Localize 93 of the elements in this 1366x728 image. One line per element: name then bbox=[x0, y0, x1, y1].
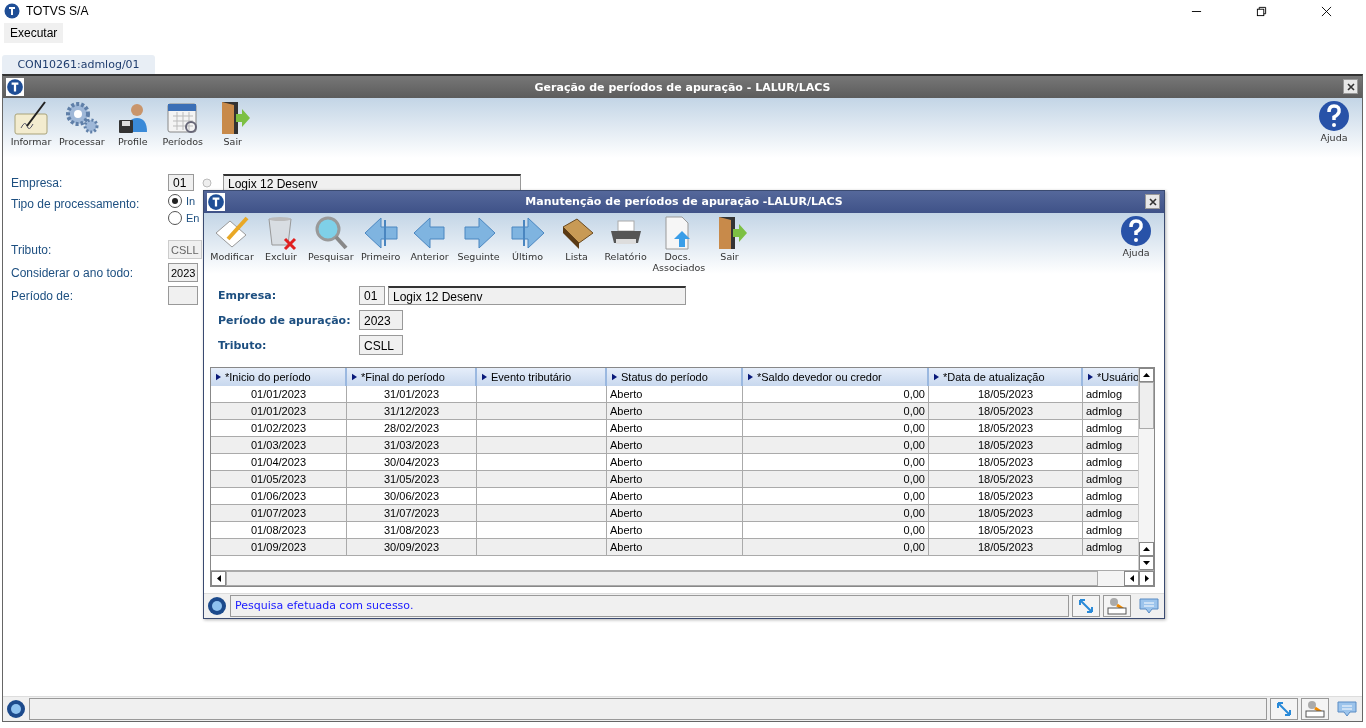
text-field[interactable]: 2023 bbox=[168, 263, 199, 282]
close-button[interactable] bbox=[1145, 194, 1160, 209]
toolbar-button[interactable]: Sair bbox=[707, 214, 752, 262]
table-cell: 01/09/2023 bbox=[211, 539, 347, 557]
app-title: TOTVS S/A bbox=[26, 4, 89, 18]
scrollbar-thumb[interactable] bbox=[1139, 382, 1154, 430]
diagonal-arrow-icon bbox=[1078, 598, 1094, 615]
text-field[interactable] bbox=[168, 286, 198, 305]
table-cell: 0,00 bbox=[743, 539, 929, 557]
scroll-up-button[interactable] bbox=[1139, 542, 1154, 557]
code-field[interactable]: 01 bbox=[168, 174, 194, 191]
document-tab[interactable]: CON10261:admlog/01 bbox=[2, 55, 155, 74]
field-label: Empresa: bbox=[11, 175, 64, 190]
field-label: Considerar o ano todo: bbox=[11, 265, 135, 280]
toolbar-button[interactable]: Sair bbox=[210, 100, 255, 147]
triangle-icon bbox=[216, 373, 221, 382]
field-label: Tributo: bbox=[11, 242, 53, 257]
menu-item[interactable]: Executar bbox=[4, 23, 64, 43]
triangle-icon bbox=[1088, 373, 1093, 382]
resize-button[interactable] bbox=[1270, 698, 1298, 720]
toolbar-button[interactable]: Primeiro bbox=[358, 214, 403, 262]
radio-button[interactable] bbox=[168, 211, 182, 225]
resize-button[interactable] bbox=[1072, 595, 1100, 618]
up-arrow-icon bbox=[1143, 547, 1150, 552]
globe-icon bbox=[207, 596, 227, 617]
app-logo-icon bbox=[6, 78, 24, 96]
help-icon bbox=[1318, 100, 1350, 132]
toolbar-button[interactable]: Modificar bbox=[210, 214, 254, 262]
help-button[interactable]: Ajuda bbox=[1312, 100, 1356, 143]
keyboard-settings-button[interactable] bbox=[1103, 595, 1131, 618]
table-cell: Aberto bbox=[607, 539, 743, 557]
keyboard-wrench-icon bbox=[1107, 597, 1127, 616]
right-arrow-icon bbox=[1144, 575, 1149, 583]
field-label: Tipo de processamento: bbox=[11, 196, 141, 211]
help-icon bbox=[1120, 214, 1152, 247]
left-arrow-icon bbox=[216, 575, 221, 583]
app-logo-icon bbox=[4, 3, 20, 19]
toolbar-button[interactable]: Seguinte bbox=[456, 214, 501, 262]
table-cell: 30/09/2023 bbox=[347, 539, 477, 557]
field-label: Tributo: bbox=[218, 338, 268, 352]
field-label: Período de apuração: bbox=[218, 313, 352, 327]
toolbar-button[interactable]: Profile bbox=[110, 100, 155, 147]
triangle-icon bbox=[612, 373, 617, 382]
toolbar-button[interactable]: Lista bbox=[554, 214, 599, 262]
close-icon bbox=[1148, 197, 1157, 206]
toolbar-button[interactable]: Relatório bbox=[603, 214, 648, 262]
scroll-right-button[interactable] bbox=[1139, 571, 1154, 587]
close-icon bbox=[1346, 82, 1355, 91]
radio-button[interactable] bbox=[168, 194, 182, 208]
signature-icon bbox=[13, 100, 49, 136]
vertical-scrollbar[interactable] bbox=[1138, 368, 1154, 571]
status-message: Pesquisa efetuada com sucesso. bbox=[230, 595, 1069, 618]
toolbar-button[interactable]: Informar bbox=[9, 100, 53, 147]
toolbar-button[interactable]: Anterior bbox=[407, 214, 452, 262]
scroll-down-button[interactable] bbox=[1139, 556, 1154, 571]
close-icon[interactable] bbox=[1321, 5, 1332, 17]
help-button[interactable]: Ajuda bbox=[1114, 214, 1158, 258]
table-cell: 18/05/2023 bbox=[929, 539, 1083, 557]
scroll-left-button[interactable] bbox=[1124, 571, 1139, 587]
field-label: Empresa: bbox=[218, 289, 278, 303]
window-title: Geração de períodos de apuração - LALUR/LACS bbox=[533, 80, 832, 94]
text-field[interactable]: 2023 bbox=[359, 310, 403, 331]
radio-label: En bbox=[186, 212, 200, 224]
diagonal-arrow-icon bbox=[1276, 701, 1292, 717]
gears-icon bbox=[63, 100, 100, 136]
left-arrow-icon bbox=[1129, 575, 1134, 583]
triangle-icon bbox=[748, 373, 753, 382]
scroll-left-button[interactable] bbox=[211, 571, 226, 587]
toolbar-button[interactable]: Docs. Associados bbox=[652, 214, 703, 273]
maximize-icon[interactable] bbox=[1256, 5, 1267, 17]
dialog-title: Manutenção de períodos de apuração -LALUR/LACS bbox=[524, 195, 844, 209]
radio-label: In bbox=[186, 195, 196, 207]
keyboard-wrench-icon bbox=[1305, 700, 1325, 718]
keyboard-settings-button[interactable] bbox=[1301, 698, 1329, 720]
app-logo-icon bbox=[207, 192, 225, 211]
toolbar-button[interactable]: Excluir bbox=[259, 214, 303, 262]
radio-icon bbox=[202, 177, 212, 188]
globe-icon bbox=[6, 699, 26, 719]
field-label: Período de: bbox=[11, 288, 75, 303]
toolbar-button[interactable]: Períodos bbox=[160, 100, 205, 147]
triangle-icon bbox=[352, 373, 357, 382]
scroll-up-button[interactable] bbox=[1139, 368, 1154, 383]
close-button[interactable] bbox=[1343, 79, 1358, 94]
code-field[interactable]: 01 bbox=[359, 286, 385, 306]
up-arrow-icon bbox=[1143, 373, 1150, 378]
name-field[interactable]: Logix 12 Desenv bbox=[388, 286, 686, 306]
down-arrow-icon bbox=[1143, 561, 1150, 566]
toolbar-button[interactable]: Último bbox=[505, 214, 550, 262]
toolbar-button[interactable]: Pesquisar bbox=[308, 214, 354, 262]
triangle-icon bbox=[482, 373, 487, 382]
triangle-icon bbox=[934, 373, 939, 382]
toolbar-button[interactable]: Processar bbox=[59, 100, 105, 147]
text-field[interactable]: CSLL bbox=[359, 335, 403, 356]
